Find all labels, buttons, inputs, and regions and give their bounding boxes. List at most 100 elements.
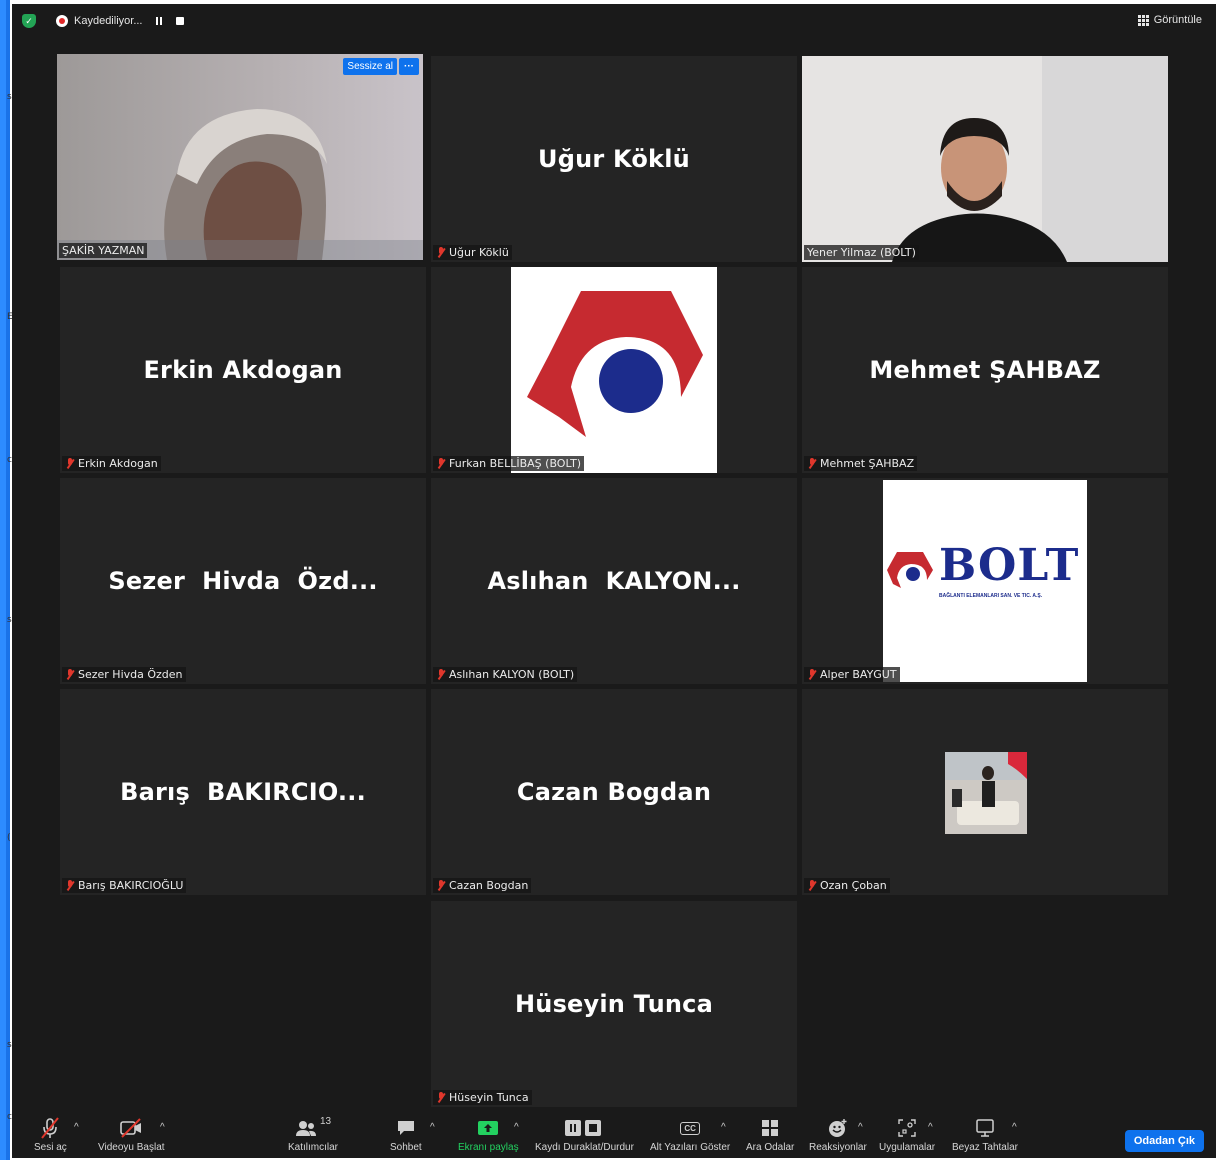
share-screen-icon (478, 1121, 499, 1135)
unmute-label: Sesi aç (34, 1142, 67, 1153)
participant-name: ŞAKİR YAZMAN (62, 244, 145, 257)
captions-icon: CC (680, 1121, 700, 1135)
stop-recording-icon[interactable] (176, 17, 185, 25)
bolt-brand-text: BOLT (939, 540, 1080, 591)
audio-options-chevron-icon[interactable]: ^ (74, 1122, 79, 1133)
more-options-button[interactable]: ··· (399, 58, 419, 75)
participant-tile-active-speaker[interactable]: Sessize al ··· ŞAKİR YAZMAN (57, 54, 423, 260)
participant-tile[interactable]: Barış BAKIRCIO... Barış BAKIRCIOĞLU (60, 689, 426, 895)
participant-tile[interactable]: Erkin Akdogan Erkin Akdogan (60, 267, 426, 473)
apps-button[interactable]: Uygulamalar (879, 1116, 935, 1153)
mute-participant-button[interactable]: Sessize al (343, 58, 397, 75)
pause-stop-recording-label: Kaydı Duraklat/Durdur (535, 1142, 634, 1153)
participant-name-label: Barış BAKIRCIOĞLU (62, 878, 187, 893)
mic-muted-icon (65, 880, 75, 891)
participant-video (57, 54, 423, 260)
left-window-edge (0, 0, 10, 1160)
participant-tile[interactable]: BOLT BAĞLANTI ELEMANLARI SAN. VE TIC. A.… (802, 478, 1168, 684)
participant-name: Uğur Köklü (449, 246, 509, 259)
edge-glyph: ( (7, 833, 11, 843)
participants-button[interactable]: 13 Katılımcılar (288, 1116, 338, 1153)
participant-tile[interactable]: Mehmet ŞAHBAZ Mehmet ŞAHBAZ (802, 267, 1168, 473)
breakout-rooms-icon (762, 1120, 779, 1136)
meeting-toolbar: Sesi aç ^ Videoyu Başlat ^ 13 Katılımcıl… (12, 1112, 1216, 1158)
participant-profile-photo (945, 752, 1027, 834)
participant-tile[interactable]: Cazan Bogdan Cazan Bogdan (431, 689, 797, 895)
edge-glyph: s (7, 1040, 12, 1050)
participant-name-label: Hüseyin Tunca (433, 1090, 532, 1105)
view-label: Görüntüle (1153, 14, 1202, 26)
participants-count: 13 (319, 1116, 332, 1127)
participant-name: Furkan BELLİBAŞ (BOLT) (449, 457, 582, 470)
mic-off-icon (41, 1117, 60, 1139)
captions-options-chevron-icon[interactable]: ^ (721, 1122, 726, 1133)
bolt-logo: BOLT BAĞLANTI ELEMANLARI SAN. VE TIC. A.… (883, 480, 1087, 682)
mic-muted-icon (436, 1092, 446, 1103)
unmute-button[interactable]: Sesi aç (34, 1116, 67, 1153)
shield-icon[interactable]: ✓ (22, 14, 36, 28)
mic-muted-icon (436, 669, 446, 680)
participants-icon (295, 1121, 316, 1136)
chat-button[interactable]: Sohbet (390, 1116, 422, 1153)
participant-name-label: Yener Yilmaz (BOLT) (804, 245, 919, 260)
start-video-button[interactable]: Videoyu Başlat (98, 1116, 165, 1153)
participant-video (802, 56, 1168, 262)
participant-name: Mehmet ŞAHBAZ (820, 457, 915, 470)
participant-name-label: Uğur Köklü (433, 245, 512, 260)
participant-display-name: Cazan Bogdan (516, 778, 712, 806)
participant-display-name: Barış BAKIRCIO... (120, 778, 366, 806)
participant-name-label: Aslıhan KALYON (BOLT) (433, 667, 578, 682)
video-options-chevron-icon[interactable]: ^ (160, 1122, 165, 1133)
participant-tile[interactable]: Uğur Köklü Uğur Köklü (431, 56, 797, 262)
breakout-rooms-label: Ara Odalar (746, 1142, 795, 1153)
apps-label: Uygulamalar (879, 1142, 936, 1153)
participant-name: Hüseyin Tunca (449, 1091, 529, 1104)
bolt-tagline-text: BAĞLANTI ELEMANLARI SAN. VE TIC. A.Ş. (939, 593, 1043, 599)
participant-tile[interactable]: Sezer Hivda Özd... Sezer Hivda Özden (60, 478, 426, 684)
participant-tile[interactable]: Aslıhan KALYON... Aslıhan KALYON (BOLT) (431, 478, 797, 684)
participant-name: Barış BAKIRCIOĞLU (78, 879, 184, 892)
participant-name: Sezer Hivda Özden (78, 668, 183, 681)
whiteboards-options-chevron-icon[interactable]: ^ (1012, 1122, 1017, 1133)
participant-name: Cazan Bogdan (449, 879, 529, 892)
tile-hover-controls: Sessize al ··· (343, 58, 419, 75)
show-captions-button[interactable]: CC Alt Yazıları Göster (650, 1116, 730, 1153)
mic-muted-icon (436, 880, 446, 891)
participants-label: Katılımcılar (288, 1142, 339, 1153)
apps-options-chevron-icon[interactable]: ^ (928, 1122, 933, 1133)
pause-recording-icon[interactable] (156, 17, 163, 25)
participant-name: Aslıhan KALYON (BOLT) (449, 668, 575, 681)
view-button[interactable]: Görüntüle (1137, 14, 1202, 26)
pause-stop-recording-button[interactable]: Kaydı Duraklat/Durdur (535, 1116, 634, 1153)
participant-display-name: Aslıhan KALYON... (487, 567, 741, 595)
participant-display-name: Uğur Köklü (538, 145, 690, 173)
breakout-rooms-button[interactable]: Ara Odalar (746, 1116, 794, 1153)
participant-tile[interactable]: Hüseyin Tunca Hüseyin Tunca (431, 901, 797, 1107)
meeting-top-bar: ✓ Kaydediliyor... Görüntüle (12, 4, 1216, 38)
chat-options-chevron-icon[interactable]: ^ (430, 1122, 435, 1133)
mic-muted-icon (65, 669, 75, 680)
participant-tile[interactable]: Yener Yilmaz (BOLT) (802, 56, 1168, 262)
mic-muted-icon (65, 458, 75, 469)
reactions-label: Reaksiyonlar (809, 1142, 867, 1153)
participant-name: Alper BAYGUT (820, 668, 897, 681)
grid-icon (1137, 14, 1149, 26)
participant-display-name: Sezer Hivda Özd... (108, 567, 378, 595)
participant-display-name: Hüseyin Tunca (515, 990, 713, 1018)
mic-muted-icon (807, 669, 817, 680)
recording-status: Kaydediliyor... (74, 15, 143, 27)
participant-tile[interactable]: Furkan BELLİBAŞ (BOLT) (431, 267, 797, 473)
whiteboards-label: Beyaz Tahtalar (952, 1142, 1018, 1153)
bolt-logo-mark (511, 267, 717, 473)
whiteboards-button[interactable]: Beyaz Tahtalar (952, 1116, 1018, 1153)
zoom-meeting-window: ✓ Kaydediliyor... Görüntüle Sessize al ·… (12, 4, 1216, 1158)
mic-muted-icon (807, 880, 817, 891)
leave-room-button[interactable]: Odadan Çık (1124, 1130, 1204, 1152)
mic-muted-icon (436, 458, 446, 469)
mic-muted-icon (436, 247, 446, 258)
share-options-chevron-icon[interactable]: ^ (514, 1122, 519, 1133)
participant-display-name: Erkin Akdogan (143, 356, 343, 384)
reactions-options-chevron-icon[interactable]: ^ (858, 1122, 863, 1133)
share-screen-button[interactable]: Ekranı paylaş (458, 1116, 519, 1153)
participant-tile[interactable]: Ozan Çoban (802, 689, 1168, 895)
